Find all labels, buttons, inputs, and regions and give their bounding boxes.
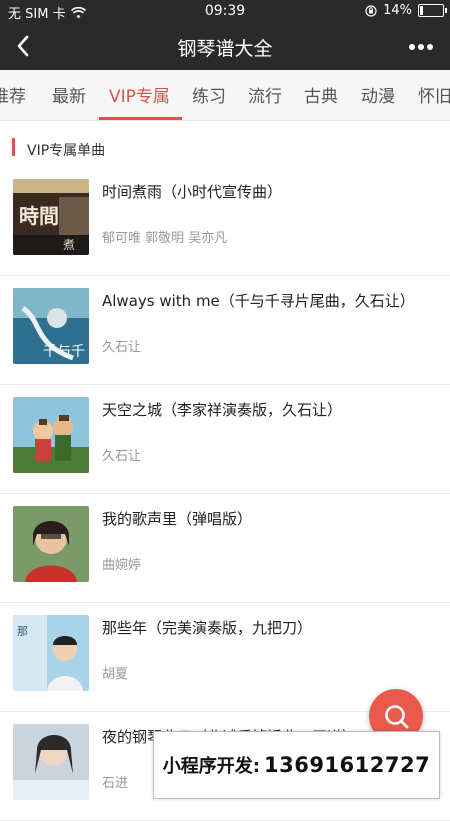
song-title: 时间煮雨（小时代宣传曲） [102, 183, 283, 201]
song-artist: 郁可唯 郭敬明 吴亦凡 [102, 231, 228, 246]
song-row[interactable]: 我的歌声里（弹唱版） 曲婉婷 [0, 494, 450, 603]
battery-percent: 14% [383, 3, 412, 18]
song-cover: 千与千 [13, 288, 89, 364]
tab-pop[interactable]: 流行 [248, 82, 282, 107]
status-bar: 无 SIM 卡 09:39 14% [0, 0, 450, 22]
tab-vip[interactable]: VIP专属 [109, 82, 170, 107]
battery-fill [420, 6, 423, 15]
song-artist: 曲婉婷 [102, 558, 142, 573]
watermark-label: 小程序开发: [162, 756, 260, 777]
tab-classical[interactable]: 古典 [304, 82, 338, 107]
active-tab-underline [99, 117, 182, 120]
page-title: 钢琴谱大全 [177, 38, 273, 60]
song-artist: 石进 [102, 776, 129, 791]
song-title: 天空之城（李家祥演奏版，久石让） [102, 401, 343, 419]
song-cover [13, 506, 89, 582]
svg-text:那: 那 [17, 625, 28, 638]
section-accent-bar [12, 138, 15, 156]
song-title: Always with me（千与千寻片尾曲，久石让） [102, 292, 415, 310]
cover-text: 千与千 [43, 344, 85, 360]
song-cover: 時間 煮 [13, 179, 89, 255]
song-row[interactable]: 天空之城（李家祥演奏版，久石让） 久石让 [0, 385, 450, 494]
song-title: 我的歌声里（弹唱版） [102, 510, 253, 528]
battery-icon [418, 4, 447, 17]
tab-anime[interactable]: 动漫 [361, 82, 395, 107]
song-cover: 那 [13, 615, 89, 691]
tab-recommend[interactable]: 推荐 [0, 82, 26, 107]
category-tabs: 推荐 最新 VIP专属 练习 流行 古典 动漫 怀旧 [0, 70, 450, 121]
cover-text: 時間 [19, 204, 59, 228]
tab-nostalgic[interactable]: 怀旧 [418, 82, 450, 107]
song-artist: 久石让 [102, 449, 142, 464]
nav-bar: 钢琴谱大全 [0, 22, 450, 70]
contact-watermark: 小程序开发: 13691612727 [153, 731, 440, 799]
song-row[interactable]: 時間 煮 时间煮雨（小时代宣传曲） 郁可唯 郭敬明 吴亦凡 [0, 167, 450, 276]
watermark-phone: 13691612727 [263, 753, 431, 777]
search-icon [385, 705, 409, 729]
status-right: 14% [365, 3, 447, 18]
section-title: VIP专属单曲 [27, 143, 106, 159]
orientation-lock-icon [365, 4, 377, 17]
song-title: 那些年（完美演奏版，九把刀） [102, 619, 313, 637]
tab-latest[interactable]: 最新 [52, 82, 86, 107]
song-cover [13, 724, 89, 800]
tab-practice[interactable]: 练习 [192, 82, 226, 107]
song-row[interactable]: 千与千 Always with me（千与千寻片尾曲，久石让） 久石让 [0, 276, 450, 385]
song-artist: 胡夏 [102, 667, 129, 682]
song-cover [13, 397, 89, 473]
section-header: VIP专属单曲 [0, 121, 450, 167]
more-dots-icon[interactable] [408, 36, 434, 54]
song-artist: 久石让 [102, 340, 142, 355]
svg-text:煮: 煮 [63, 238, 75, 252]
